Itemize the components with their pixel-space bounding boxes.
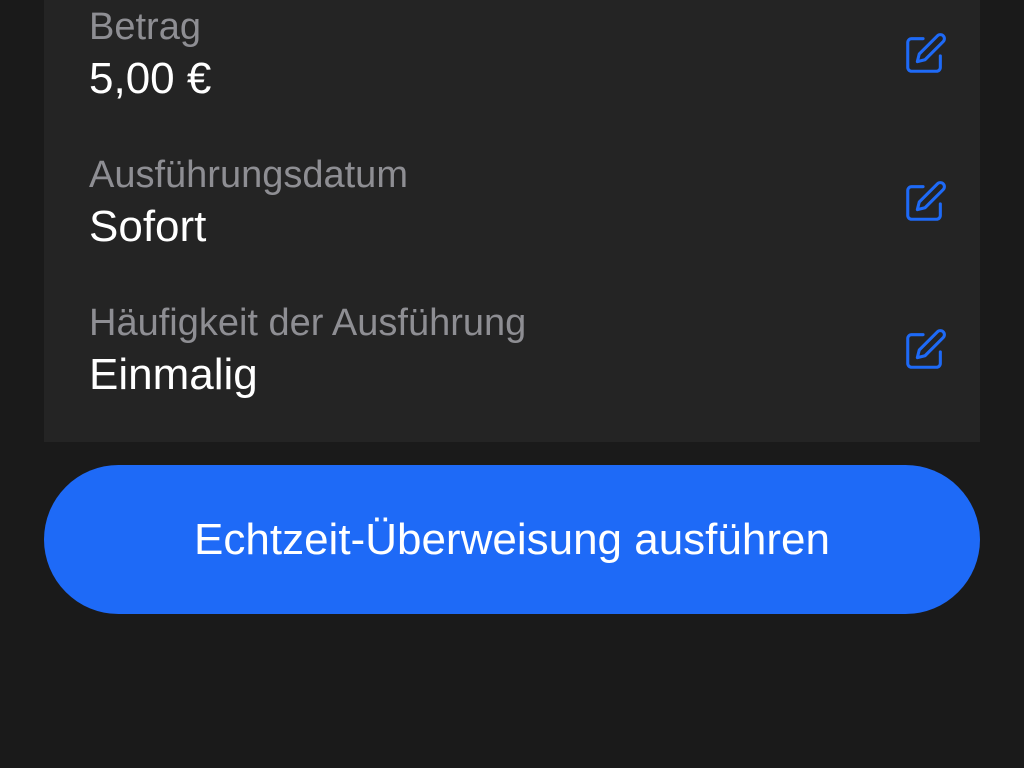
edit-icon [906, 33, 946, 73]
transfer-details-card: Betrag 5,00 € Ausführungsdatum Sofort Hä… [44, 0, 980, 442]
detail-row-amount: Betrag 5,00 € [89, 4, 949, 104]
execution-date-label: Ausführungsdatum [89, 154, 408, 196]
execute-instant-transfer-button[interactable]: Echtzeit-Überweisung ausführen [44, 465, 980, 614]
edit-icon [906, 329, 946, 369]
edit-execution-date-button[interactable] [901, 178, 949, 226]
edit-frequency-button[interactable] [901, 326, 949, 374]
detail-row-frequency: Häufigkeit der Ausführung Einmalig [89, 300, 949, 400]
execution-date-value: Sofort [89, 202, 207, 251]
edit-amount-button[interactable] [901, 30, 949, 78]
frequency-label: Häufigkeit der Ausführung [89, 302, 527, 344]
detail-row-execution-date: Ausführungsdatum Sofort [89, 152, 949, 252]
amount-label: Betrag [89, 6, 201, 48]
edit-icon [906, 181, 946, 221]
frequency-value: Einmalig [89, 350, 258, 399]
amount-value: 5,00 € [89, 54, 212, 103]
